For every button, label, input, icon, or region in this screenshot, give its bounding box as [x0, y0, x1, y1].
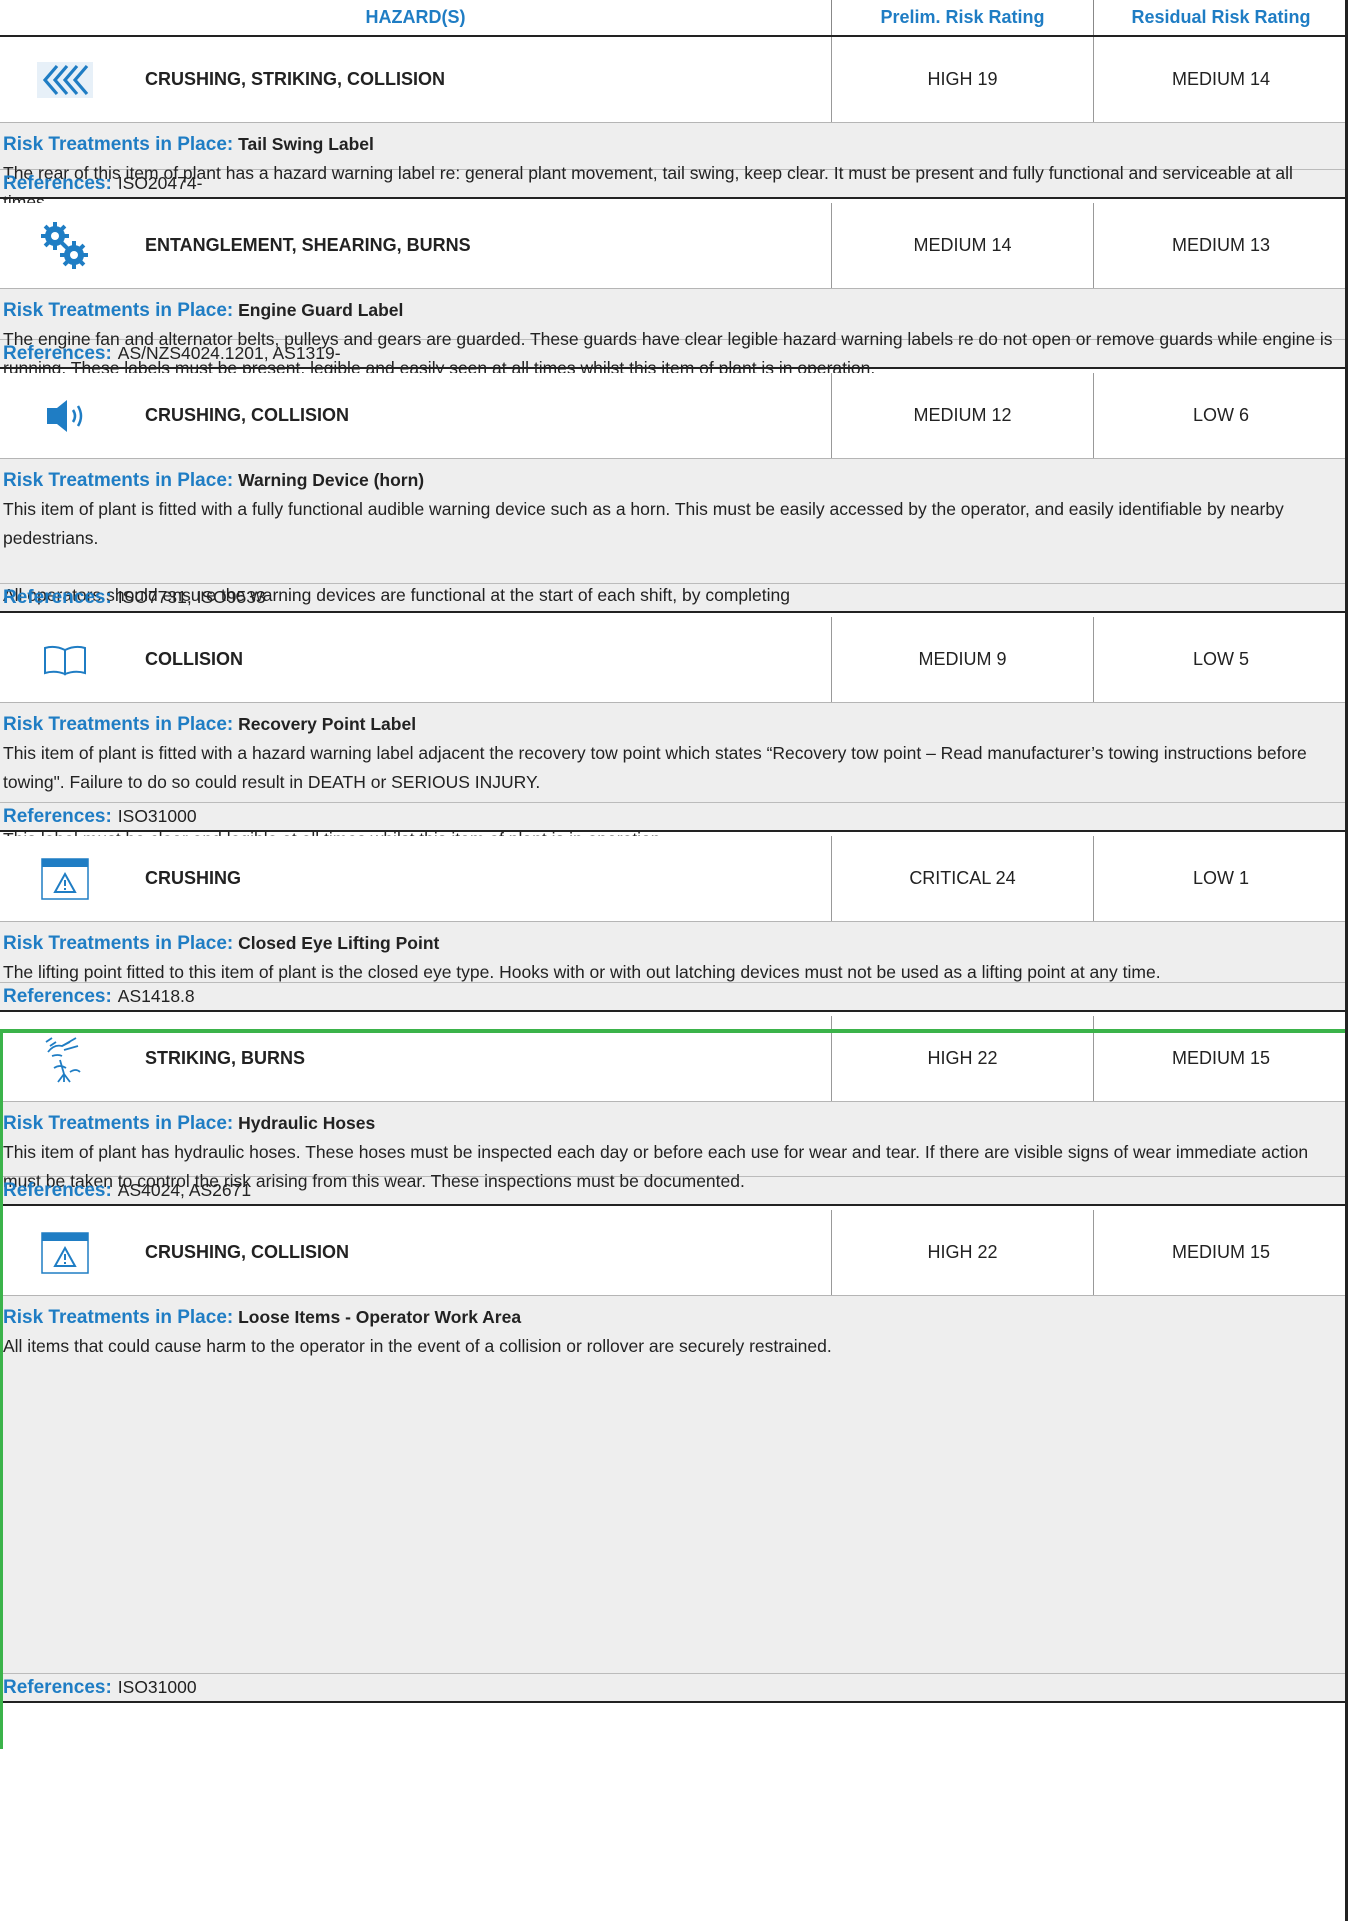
prelim-risk-rating: HIGH 19: [832, 37, 1094, 122]
hazard-row: CRUSHING, COLLISION HIGH 22 MEDIUM 15: [0, 1210, 1348, 1296]
risk-treatment: Risk Treatments in Place: Closed Eye Lif…: [0, 922, 1348, 982]
treatment-title: Tail Swing Label: [238, 134, 374, 154]
hazard-name: CRUSHING, STRIKING, COLLISION: [130, 37, 832, 122]
references-label: References:: [3, 805, 112, 827]
hazard-name: CRUSHING: [130, 836, 832, 921]
hazard-block: CRUSHING CRITICAL 24 LOW 1 Risk Treatments …: [0, 836, 1348, 1012]
hazard-row: ENTANGLEMENT, SHEARING, BURNS MEDIUM 14 ME…: [0, 203, 1348, 289]
risk-treatments-label: Risk Treatments in Place:: [3, 933, 234, 954]
risk-treatments-label: Risk Treatments in Place:: [3, 470, 234, 491]
book-icon: [0, 617, 130, 702]
risk-treatment: Risk Treatments in Place: Tail Swing Lab…: [0, 123, 1348, 212]
references-label: References:: [3, 985, 112, 1007]
prelim-risk-rating: MEDIUM 9: [832, 617, 1094, 702]
hazard-block: CRUSHING, COLLISION MEDIUM 12 LOW 6 Risk Tr…: [0, 373, 1348, 634]
residual-risk-rating: LOW 5: [1192, 649, 1249, 669]
references-value: ISO7731, ISO9533: [117, 587, 266, 607]
references-label: References:: [3, 586, 112, 608]
references-label: References:: [3, 172, 112, 194]
references-value: ISO31000: [117, 806, 197, 826]
treatment-title: Warning Device (horn): [238, 470, 425, 490]
treatment-paragraph: This item of plant is fitted with a haza…: [3, 743, 1307, 792]
treatment-paragraph: The lifting point fitted to this item of…: [3, 962, 1161, 982]
residual-risk-rating: MEDIUM 14: [1171, 69, 1270, 89]
treatment-paragraph: All items that could cause harm to the o…: [3, 1336, 832, 1356]
risk-treatment: Risk Treatments in Place: Hydraulic Hose…: [0, 1102, 1348, 1478]
treatment-title: Engine Guard Label: [238, 300, 404, 320]
references-label: References:: [3, 1179, 112, 1201]
prelim-risk-rating: MEDIUM 14: [832, 203, 1094, 288]
risk-treatment: Risk Treatments in Place: Warning Device…: [0, 459, 1348, 634]
treatment-title: Recovery Point Label: [238, 714, 417, 734]
hazard-block: ENTANGLEMENT, SHEARING, BURNS MEDIUM 14 ME…: [0, 203, 1348, 378]
speaker-icon: [0, 373, 130, 458]
residual-risk-rating: LOW 1: [1192, 868, 1249, 888]
prelim-risk-rating: MEDIUM 12: [832, 373, 1094, 458]
risk-treatments-label: Risk Treatments in Place:: [3, 1113, 234, 1134]
warning-window-icon: [0, 836, 130, 921]
risk-treatments-label: Risk Treatments in Place:: [3, 1307, 234, 1328]
references-label: References:: [3, 342, 112, 364]
references-label: References:: [3, 1676, 112, 1698]
table-header: HAZARD(S) Prelim. Risk Rating Residual R…: [0, 0, 1348, 37]
risk-treatments-label: Risk Treatments in Place:: [3, 300, 234, 321]
hazard-block: STRIKING, BURNS HIGH 22 MEDIUM 15 Risk Trea…: [0, 1016, 1348, 1478]
warning-window-icon: [0, 1210, 130, 1295]
prelim-risk-rating: CRITICAL 24: [832, 836, 1094, 921]
references-value: AS/NZS4024.1201, AS1319-: [117, 343, 341, 363]
risk-assessment-page: HAZARD(S) Prelim. Risk Rating Residual R…: [0, 0, 1348, 1921]
header-residual-risk: Residual Risk Rating: [1131, 7, 1311, 27]
hazard-row: CRUSHING, COLLISION MEDIUM 12 LOW 6: [0, 373, 1348, 459]
hazard-name: CRUSHING, COLLISION: [130, 1210, 832, 1295]
residual-risk-rating: LOW 6: [1192, 405, 1249, 425]
residual-risk-rating: MEDIUM 15: [1171, 1242, 1270, 1262]
risk-treatment: Risk Treatments in Place: Loose Items - …: [0, 1296, 1348, 1673]
hazard-name: COLLISION: [130, 617, 832, 702]
hazard-name: CRUSHING, COLLISION: [130, 373, 832, 458]
hazard-block: CRUSHING, STRIKING, COLLISION HIGH 19 MEDI…: [0, 37, 1348, 212]
references-row: References: ISO31000: [0, 1673, 1348, 1703]
hazard-name: ENTANGLEMENT, SHEARING, BURNS: [130, 203, 832, 288]
selection-outline-left: [0, 1029, 3, 1749]
header-prelim-risk: Prelim. Risk Rating: [832, 0, 1094, 35]
risk-treatment: Risk Treatments in Place: Recovery Point…: [0, 703, 1348, 849]
chevrons-left-icon: [0, 37, 130, 122]
hazard-row: COLLISION MEDIUM 9 LOW 5: [0, 617, 1348, 703]
hazard-block: CRUSHING, COLLISION HIGH 22 MEDIUM 15 Risk …: [0, 1210, 1348, 1703]
gears-icon: [0, 203, 130, 288]
residual-risk-rating: MEDIUM 13: [1171, 235, 1270, 255]
hazard-block: COLLISION MEDIUM 9 LOW 5 Risk Treatments in…: [0, 617, 1348, 849]
risk-treatments-label: Risk Treatments in Place:: [3, 134, 234, 155]
hazard-row: CRUSHING CRITICAL 24 LOW 1: [0, 836, 1348, 922]
references-value: ISO31000: [117, 1677, 197, 1697]
references-value: AS1418.8: [117, 986, 195, 1006]
references-value: AS4024, AS2671: [117, 1180, 252, 1200]
risk-treatments-label: Risk Treatments in Place:: [3, 714, 234, 735]
prelim-risk-rating: HIGH 22: [832, 1210, 1094, 1295]
treatment-title: Hydraulic Hoses: [238, 1113, 376, 1133]
risk-treatment: Risk Treatments in Place: Engine Guard L…: [0, 289, 1348, 378]
treatment-title: Closed Eye Lifting Point: [238, 933, 440, 953]
references-value: ISO20474-: [117, 173, 203, 193]
treatment-paragraph: This item of plant is fitted with a full…: [3, 499, 1284, 548]
treatment-title: Loose Items - Operator Work Area: [238, 1307, 522, 1327]
hazard-row: CRUSHING, STRIKING, COLLISION HIGH 19 MEDI…: [0, 37, 1348, 123]
selection-outline-top: [0, 1029, 1348, 1033]
header-hazards: HAZARD(S): [0, 0, 832, 35]
